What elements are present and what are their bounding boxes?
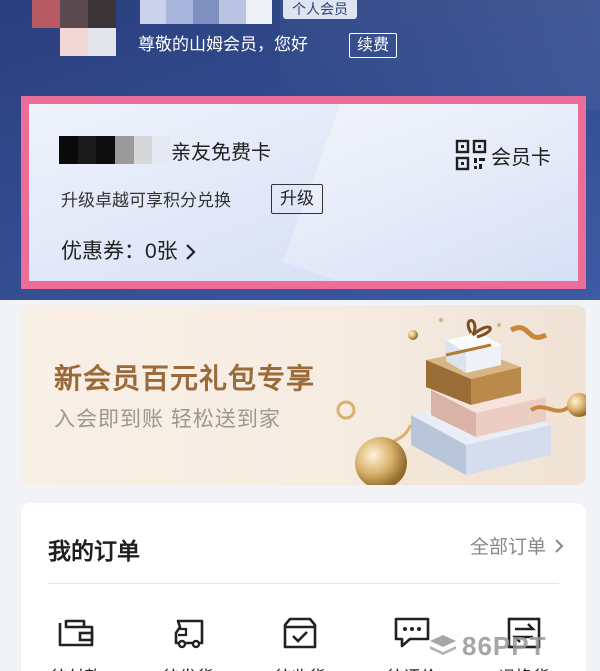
gift-boxes-illustration bbox=[336, 318, 586, 485]
greeting-text: 尊敬的山姆会员，您好 bbox=[138, 35, 308, 54]
coupon-count: 优惠券：0张 bbox=[61, 240, 178, 263]
comment-icon bbox=[394, 617, 430, 648]
order-to-receive[interactable]: 待收货 bbox=[255, 615, 345, 671]
new-member-promo-banner[interactable]: 新会员百元礼包专享 入会即到账 轻松送到家 bbox=[21, 305, 586, 485]
stack-logo-icon bbox=[430, 635, 456, 655]
renew-button[interactable]: 续费 bbox=[349, 33, 398, 58]
avatar[interactable] bbox=[60, 0, 116, 56]
member-card-label: 会员卡 bbox=[491, 146, 551, 169]
member-card-qr-button[interactable]: 会员卡 bbox=[455, 138, 551, 172]
username-redacted bbox=[140, 0, 273, 24]
card-number-redacted bbox=[59, 136, 172, 164]
coupon-link[interactable]: 优惠券：0张 bbox=[61, 238, 196, 266]
qr-code-icon bbox=[455, 139, 487, 171]
order-to-ship[interactable]: 待发货 bbox=[143, 615, 233, 671]
wallet-icon bbox=[58, 619, 94, 647]
upgrade-button[interactable]: 升级 bbox=[271, 184, 323, 214]
promo-title: 新会员百元礼包专享 bbox=[54, 363, 316, 394]
order-label: 待收货 bbox=[255, 663, 345, 671]
all-orders-label: 全部订单 bbox=[469, 537, 546, 558]
chevron-right-icon bbox=[555, 538, 564, 553]
watermark-text: 86PPT bbox=[462, 630, 547, 661]
member-type-badge: 个人会员 bbox=[283, 0, 357, 19]
order-label: 待付款 bbox=[31, 663, 121, 671]
order-label: 退换货 bbox=[479, 663, 569, 671]
member-card[interactable]: 亲友免费卡 会员卡 升级卓越可享积分兑换 升级 优惠券：0张 bbox=[21, 96, 586, 289]
card-title: 亲友免费卡 bbox=[171, 142, 271, 164]
all-orders-link[interactable]: 全部订单 bbox=[470, 532, 564, 559]
promo-subtitle: 入会即到账 轻松送到家 bbox=[54, 408, 281, 431]
order-pending-payment[interactable]: 待付款 bbox=[31, 615, 121, 671]
order-label: 待评价 bbox=[367, 663, 457, 671]
chevron-right-icon bbox=[185, 244, 196, 260]
avatar-fragment bbox=[32, 0, 60, 28]
divider bbox=[48, 583, 559, 584]
watermark: 86PPT bbox=[428, 628, 547, 664]
order-label: 待发货 bbox=[143, 663, 233, 671]
truck-icon bbox=[174, 619, 204, 649]
orders-title: 我的订单 bbox=[48, 538, 140, 564]
upgrade-hint: 升级卓越可享积分兑换 bbox=[61, 191, 231, 210]
box-icon bbox=[283, 617, 317, 649]
